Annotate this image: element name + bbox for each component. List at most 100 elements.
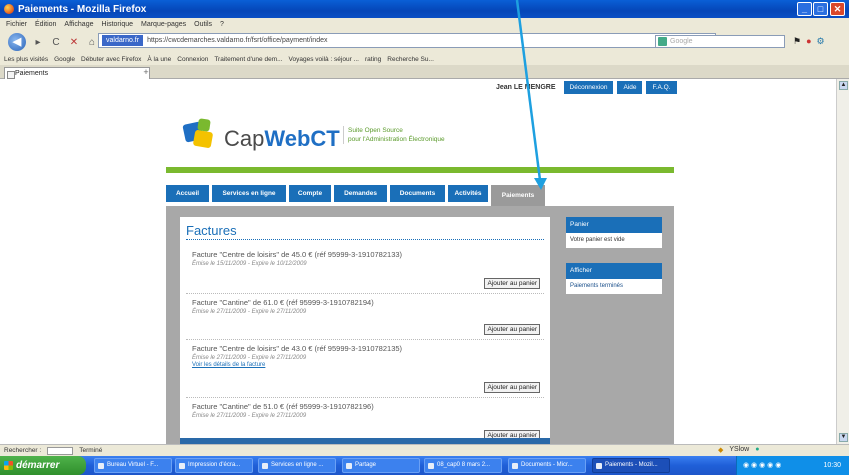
search-input[interactable]: Google [655,35,785,48]
addon-icon[interactable]: ● [755,446,759,454]
flag-icon[interactable]: ⚑ [793,36,801,47]
main-tabs: Accueil Services en ligne Compte Demandes Do… [166,185,545,206]
bookmark-item[interactable]: Voyages voilà : séjour ... [289,56,359,63]
shield-icon[interactable]: ◆ [718,446,723,454]
invoice-title: Facture "Centre de loisirs" de 43.0 € (r… [192,344,403,353]
bookmark-item[interactable]: Débuter avec Firefox [81,56,141,63]
taskbar-button[interactable]: 08_cap0 8 mars 2... [424,458,502,473]
invoice-row: Facture "Cantine" de 61.0 € (réf 95999-3… [186,294,544,340]
yslow-label[interactable]: YSlow [729,446,749,454]
system-tray: ◉ ◉ ◉ ◉ ◉ 10:30 [736,456,849,475]
scroll-down-icon[interactable]: ▼ [839,433,848,442]
logo-shape [197,118,211,132]
find-input[interactable] [47,446,74,455]
search-placeholder: Google [670,38,693,45]
forward-icon[interactable]: ▸ [32,37,44,48]
taskbar-button[interactable]: Bureau Virtuel - F... [94,458,172,473]
site-identity[interactable]: valdarno.fr [102,35,144,46]
close-button[interactable]: ✕ [830,2,845,16]
maximize-button[interactable]: □ [813,2,828,16]
invoice-row: Facture "Centre de loisirs" de 45.0 € (r… [186,246,544,294]
content-area: Factures Facture "Centre de loisirs" de … [166,206,674,447]
taskbar-button[interactable]: Services en ligne ... [258,458,336,473]
menu-edit[interactable]: Édition [35,21,56,28]
web-page: Jean LE MENGRE Déconnexion Aide F.A.Q. C… [0,79,836,447]
section-title: Factures [186,223,544,240]
url-bar[interactable]: valdarno.fr https://cwcdemarches.valdarn… [98,33,716,48]
invoice-dates: Émise le 27/11/2009 - Expire le 27/11/20… [192,413,307,419]
completed-payments-link[interactable]: Paiements terminés [566,279,662,294]
faq-button[interactable]: F.A.Q. [646,81,677,94]
status-bar: Rechercher : Terminé ◆ YSlow ● [0,444,849,456]
bookmarks-bar: Les plus visités Google Débuter avec Fir… [0,53,849,65]
invoice-dates: Émise le 27/11/2009 - Expire le 27/11/20… [192,309,307,315]
tab-accueil[interactable]: Accueil [166,185,209,202]
url-text[interactable]: https://cwcdemarches.valdarno.fr/fsrt/of… [147,37,327,44]
menu-file[interactable]: Fichier [6,21,27,28]
navigation-bar: ◀ ▸ C ✕ ⌂ valdarno.fr https://cwcdemarch… [0,31,849,53]
google-icon [658,37,667,46]
taskbar-button[interactable]: Paiements - Mozil... [592,458,670,473]
tray-icons[interactable]: ◉ ◉ ◉ ◉ ◉ [743,462,781,469]
taskbar-button[interactable]: Impression d'écra... [175,458,253,473]
title-bar: Paiements - Mozilla Firefox [0,0,849,18]
cart-box: Panier Votre panier est vide [566,217,662,248]
menu-view[interactable]: Affichage [64,21,93,28]
display-header: Afficher [566,263,662,279]
clock: 10:30 [823,462,841,469]
bookmark-item[interactable]: Connexion [177,56,208,63]
menu-help[interactable]: ? [220,21,224,28]
windows-taskbar: démarrer Bureau Virtuel - F... Impression… [0,456,849,475]
tab-demandes[interactable]: Demandes [334,185,387,202]
taskbar-button[interactable]: Documents - Micr... [508,458,586,473]
taskbar-button[interactable]: Partage [342,458,420,473]
menu-bookmarks[interactable]: Marque-pages [141,21,186,28]
logo-shape [192,129,214,149]
bookmark-item[interactable]: rating [365,56,381,63]
tab-activit-s[interactable]: Activités [448,185,488,202]
bookmark-item[interactable]: Google [54,56,75,63]
firefox-icon [4,4,14,14]
menu-tools[interactable]: Outils [194,21,212,28]
menu-bar: Fichier Édition Affichage Historique Mar… [0,18,849,31]
logo-text: CapWebCT [224,126,340,151]
new-tab-button[interactable]: + [140,68,152,78]
add-to-cart-button[interactable]: Ajouter au panier [484,324,540,335]
invoice-row: Facture "Centre de loisirs" de 43.0 € (r… [186,340,544,398]
find-label: Rechercher : [4,447,42,454]
bookmark-item[interactable]: Traitement d'une dem... [214,56,282,63]
stop-icon[interactable]: ✕ [68,37,80,48]
invoices-panel: Factures Facture "Centre de loisirs" de … [180,217,550,447]
invoice-title: Facture "Centre de loisirs" de 45.0 € (r… [192,250,403,259]
bookmark-item[interactable]: À la une [147,56,171,63]
menu-history[interactable]: Historique [101,21,133,28]
help-button[interactable]: Aide [617,81,643,94]
home-icon[interactable]: ⌂ [86,37,98,48]
header-divider [166,167,674,173]
capwebct-logo[interactable]: CapWebCT [182,117,340,157]
logout-button[interactable]: Déconnexion [563,81,614,94]
back-icon[interactable]: ◀ [8,33,26,51]
record-icon[interactable]: ● [806,36,811,47]
add-to-cart-button[interactable]: Ajouter au panier [484,382,540,393]
toolbar-icons: ⚑ ● ⚙ [793,36,825,47]
tab-paiements[interactable]: Paiements [491,185,545,206]
browser-tab-paiements[interactable]: Paiements [4,67,150,79]
window-title: Paiements - Mozilla Firefox [18,3,147,15]
user-name: Jean LE MENGRE [496,84,556,91]
tab-documents[interactable]: Documents [390,185,445,202]
bookmark-item[interactable]: Les plus visités [4,56,48,63]
start-button[interactable]: démarrer [0,456,86,475]
add-to-cart-button[interactable]: Ajouter au panier [484,278,540,289]
tagline: Suite Open Source pour l'Administration … [343,126,445,144]
minimize-button[interactable]: _ [797,2,812,16]
tab-compte[interactable]: Compte [289,185,331,202]
bookmark-item[interactable]: Recherche Su... [387,56,434,63]
invoice-details-link[interactable]: Voir les détails de la facture [192,362,544,368]
scroll-up-icon[interactable]: ▲ [839,81,848,90]
vertical-scrollbar[interactable]: ▲ ▼ [836,79,849,444]
reload-icon[interactable]: C [50,37,62,48]
tab-services-en-ligne[interactable]: Services en ligne [212,185,286,202]
settings-icon[interactable]: ⚙ [817,36,825,47]
invoice-list: Facture "Centre de loisirs" de 45.0 € (r… [186,246,544,446]
